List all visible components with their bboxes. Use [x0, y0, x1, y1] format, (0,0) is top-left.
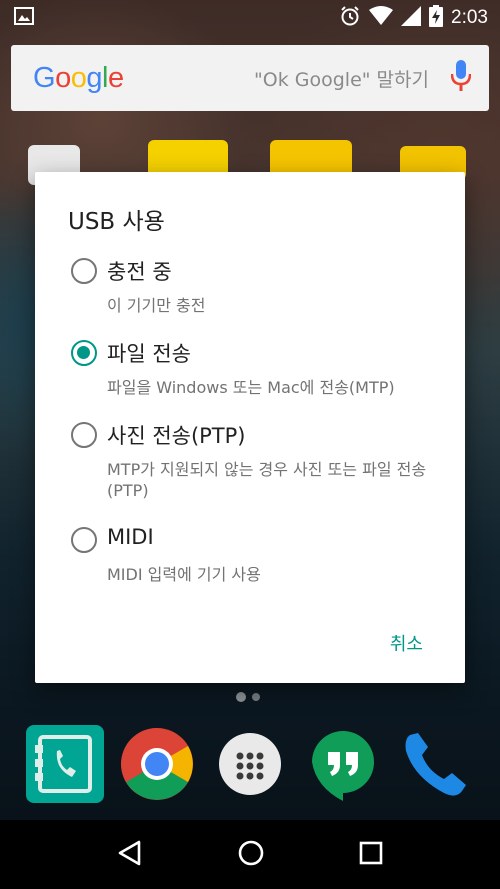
page-dot — [252, 693, 260, 701]
google-logo: Google — [33, 61, 124, 94]
google-search-bar[interactable]: Google "Ok Google" 말하기 — [11, 45, 489, 111]
navigation-bar — [0, 820, 500, 889]
cancel-button[interactable]: 취소 — [390, 630, 423, 656]
option-label: 사진 전송(PTP) — [107, 424, 246, 448]
microphone-icon[interactable] — [450, 60, 472, 96]
page-dot-active — [236, 692, 246, 702]
home-button[interactable] — [237, 839, 265, 871]
option-description: 이 기기만 충전 — [107, 296, 206, 315]
dialer-app-icon[interactable] — [26, 725, 104, 803]
option-description: MTP가 지원되지 않는 경우 사진 또는 파일 전송(PTP) — [107, 460, 427, 500]
radio-photo-transfer[interactable] — [71, 422, 97, 448]
wifi-icon — [369, 6, 394, 30]
back-button[interactable] — [117, 840, 143, 870]
phone-icon[interactable] — [398, 725, 476, 803]
option-description: 파일을 Windows 또는 Mac에 전송(MTP) — [107, 378, 395, 397]
image-notification-icon — [14, 7, 34, 29]
radio-midi[interactable] — [71, 527, 97, 553]
battery-charging-icon — [429, 5, 444, 31]
option-label: 파일 전송 — [107, 342, 191, 366]
status-bar: 2:03 — [0, 0, 500, 36]
alarm-icon — [339, 5, 361, 31]
radio-file-transfer[interactable] — [71, 340, 97, 366]
option-label: MIDI — [107, 525, 154, 549]
option-description: MIDI 입력에 기기 사용 — [107, 565, 261, 584]
recents-button[interactable] — [359, 841, 383, 869]
usb-usage-dialog: USB 사용 충전 중 이 기기만 충전 파일 전송 파일을 Windows 또… — [35, 172, 465, 683]
search-hint: "Ok Google" 말하기 — [254, 68, 429, 91]
dialog-title: USB 사용 — [68, 209, 165, 235]
radio-charging[interactable] — [71, 258, 97, 284]
hangouts-icon[interactable] — [306, 725, 384, 803]
chrome-icon[interactable] — [118, 725, 196, 803]
status-time: 2:03 — [451, 7, 488, 28]
option-label: 충전 중 — [107, 260, 172, 284]
page-indicator — [236, 692, 260, 702]
cell-signal-icon — [401, 6, 422, 30]
app-drawer-icon[interactable] — [214, 725, 292, 803]
